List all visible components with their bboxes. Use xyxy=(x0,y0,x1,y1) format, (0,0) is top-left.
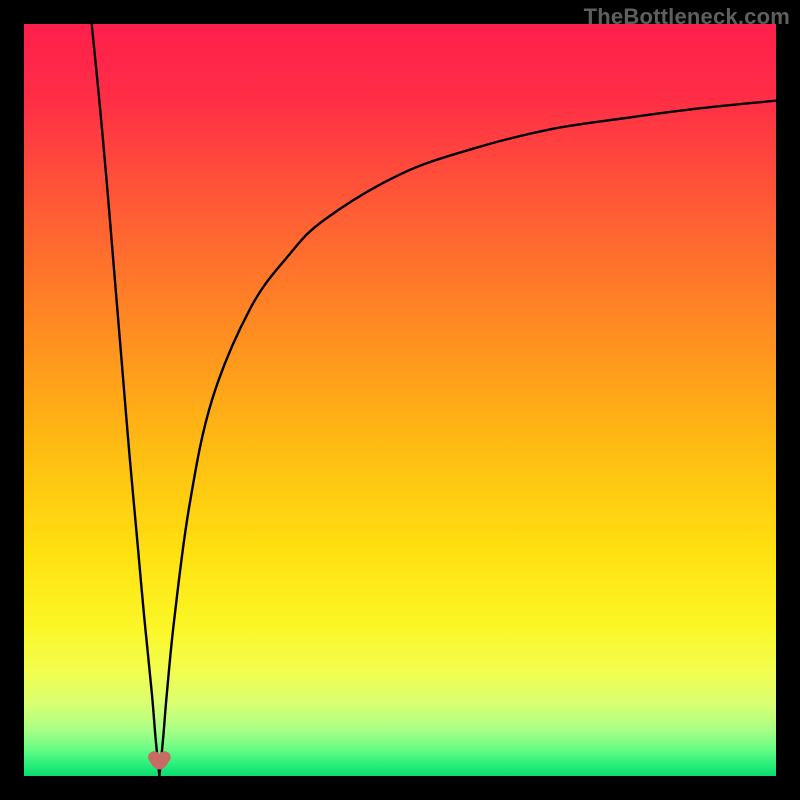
watermark-text: TheBottleneck.com xyxy=(584,4,790,30)
bottleneck-chart xyxy=(24,24,776,776)
minimum-marker-dot xyxy=(159,751,171,763)
chart-frame: TheBottleneck.com xyxy=(0,0,800,800)
minimum-marker-dot xyxy=(148,751,160,763)
gradient-background xyxy=(24,24,776,776)
